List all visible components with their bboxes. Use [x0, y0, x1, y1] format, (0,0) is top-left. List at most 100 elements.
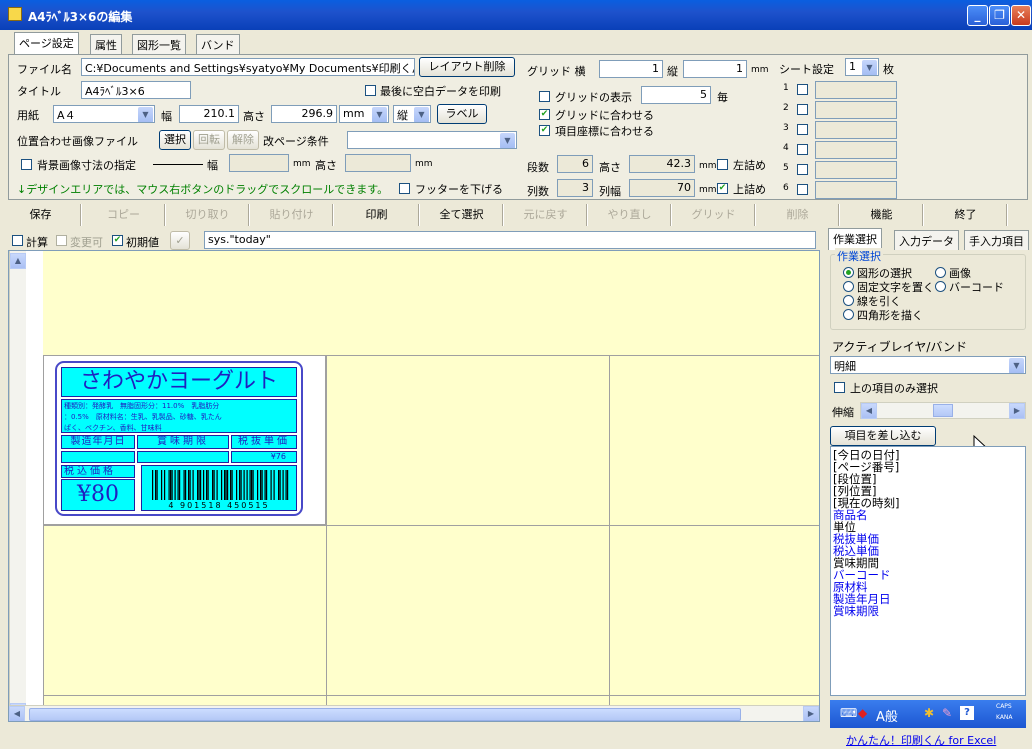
- zoom-slider[interactable]: ◀ ▶: [860, 402, 1026, 419]
- calc-checkbox[interactable]: [12, 235, 23, 246]
- rotate-button[interactable]: 回転: [193, 130, 225, 150]
- design-canvas[interactable]: ▲ ▼ さわやかヨーグルト100 種類別：発酵乳 無脂固形分：11.0% 乳脂肪…: [8, 250, 820, 722]
- grid-v-field[interactable]: 1: [683, 60, 747, 78]
- minimize-button[interactable]: _: [967, 5, 988, 26]
- layout-delete-button[interactable]: レイアウト削除: [419, 57, 515, 77]
- canvas-vscroll[interactable]: ▲ ▼: [9, 251, 26, 721]
- ingredients-text[interactable]: 種類別：発酵乳 無脂固形分：11.0% 乳脂肪分 ：0.5% 原材料名：生乳、乳製…: [61, 399, 297, 433]
- sheet-row-field[interactable]: [815, 161, 897, 179]
- grid-h-field[interactable]: 1: [599, 60, 663, 78]
- orientation-select[interactable]: 縦 ▼: [393, 105, 431, 123]
- exp-date-header[interactable]: 賞味期限: [137, 435, 229, 449]
- mfg-date-header[interactable]: 製造年月日: [61, 435, 135, 449]
- maximize-button[interactable]: ❐: [989, 5, 1010, 26]
- radio-rect[interactable]: [843, 309, 854, 320]
- pen-icon[interactable]: ✎: [942, 706, 952, 720]
- label-button[interactable]: ラベル: [437, 104, 487, 124]
- price-ex-value[interactable]: ¥76: [231, 451, 297, 463]
- initial-value-checkbox[interactable]: ✔: [112, 235, 123, 246]
- bg-height-field[interactable]: [345, 154, 411, 172]
- height-field[interactable]: 296.9: [271, 105, 337, 123]
- title-field[interactable]: A4ﾗﾍﾞﾙ3×6: [81, 81, 191, 99]
- grid-snap-checkbox[interactable]: ✔: [539, 109, 550, 120]
- item-list[interactable]: [今日の日付] [ページ番号] [段位置] [列位置] [現在の時刻] 商品名 単位 税抜単価…: [830, 446, 1026, 696]
- toolbar-button[interactable]: やり直し: [588, 204, 672, 226]
- sheet-row-field[interactable]: [815, 181, 897, 199]
- tab-shape-list[interactable]: 図形一覧: [132, 34, 186, 54]
- radio-barcode[interactable]: [935, 281, 946, 292]
- item-snap-checkbox[interactable]: ✔: [539, 125, 550, 136]
- tab-band[interactable]: バンド: [196, 34, 240, 54]
- sheet-row-checkbox[interactable]: [797, 184, 808, 195]
- paper-select[interactable]: A４ ▼: [53, 105, 155, 123]
- mfg-date-value[interactable]: [61, 451, 135, 463]
- file-path-field[interactable]: C:¥Documents and Settings¥syatyo¥My Docu…: [81, 58, 415, 76]
- tab-page-settings[interactable]: ページ設定: [14, 32, 79, 54]
- close-button[interactable]: ✕: [1011, 5, 1031, 26]
- scroll-left-icon[interactable]: ◀: [861, 403, 877, 419]
- grid-show-checkbox[interactable]: [539, 91, 550, 102]
- radio-line[interactable]: [843, 295, 854, 306]
- sheet-row-checkbox[interactable]: [797, 164, 808, 175]
- sheet-row-checkbox[interactable]: [797, 84, 808, 95]
- tab-attributes[interactable]: 属性: [90, 34, 122, 54]
- sheet-row-checkbox[interactable]: [797, 124, 808, 135]
- price-in-header[interactable]: 税込価格: [61, 465, 135, 478]
- toolbar-button[interactable]: 削除: [756, 204, 840, 226]
- confirm-icon[interactable]: ✓: [170, 231, 190, 250]
- print-last-blank-checkbox[interactable]: [365, 85, 376, 96]
- radio-fixed-text[interactable]: [843, 281, 854, 292]
- footer-link[interactable]: かんたん！印刷くん for Excel: [846, 732, 996, 748]
- unit-select[interactable]: mm ▼: [339, 105, 389, 123]
- pagebreak-select[interactable]: ▼: [347, 131, 517, 149]
- scroll-left-icon[interactable]: ◀: [9, 706, 25, 721]
- sheet-row-field[interactable]: [815, 121, 897, 139]
- sheet-row-field[interactable]: [815, 141, 897, 159]
- list-item[interactable]: 賞味期限: [833, 605, 1023, 617]
- only-above-checkbox[interactable]: [834, 382, 845, 393]
- price-ex-header[interactable]: 税抜単価: [231, 435, 297, 449]
- radio-select-shape[interactable]: [843, 267, 854, 278]
- clear-button[interactable]: 解除: [227, 130, 259, 150]
- left-pack-checkbox[interactable]: [717, 159, 728, 170]
- sheet-row-checkbox[interactable]: [797, 144, 808, 155]
- cols-field[interactable]: 3: [557, 179, 593, 197]
- scroll-right-icon[interactable]: ▶: [803, 706, 819, 721]
- tool-icon[interactable]: ✱: [924, 706, 934, 720]
- select-button[interactable]: 選択: [159, 130, 191, 150]
- exp-date-value[interactable]: [137, 451, 229, 463]
- scroll-up-icon[interactable]: ▲: [10, 253, 26, 269]
- footer-down-checkbox[interactable]: [399, 183, 410, 194]
- toolbar-button[interactable]: 機能: [840, 204, 924, 226]
- toolbar-button[interactable]: 切り取り: [166, 204, 250, 226]
- toolbar-button[interactable]: 印刷: [334, 204, 420, 226]
- toolbar-button[interactable]: コピー: [82, 204, 166, 226]
- bg-size-checkbox[interactable]: [21, 159, 32, 170]
- bg-width-field[interactable]: [229, 154, 289, 172]
- barcode[interactable]: 4 901518 450515: [141, 465, 297, 511]
- hscroll-thumb[interactable]: [29, 708, 741, 721]
- col-width-field[interactable]: 70: [629, 179, 695, 197]
- insert-item-button[interactable]: 項目を差し込む: [830, 426, 936, 446]
- tab-task-select[interactable]: 作業選択: [828, 228, 882, 250]
- expression-input[interactable]: sys."today": [204, 231, 816, 249]
- editable-checkbox[interactable]: [56, 235, 67, 246]
- sheet-row-field[interactable]: [815, 81, 897, 99]
- row-height-field[interactable]: 42.3: [629, 155, 695, 173]
- radio-image[interactable]: [935, 267, 946, 278]
- toolbar-button[interactable]: 元に戻す: [504, 204, 588, 226]
- top-pack-checkbox[interactable]: ✔: [717, 183, 728, 194]
- product-name[interactable]: さわやかヨーグルト100: [61, 367, 297, 422]
- ime-icon[interactable]: ◆: [858, 706, 867, 720]
- tab-manual-items[interactable]: 手入力項目: [964, 230, 1029, 250]
- scroll-right-icon[interactable]: ▶: [1009, 403, 1025, 419]
- keyboard-icon[interactable]: ⌨: [840, 706, 857, 720]
- toolbar-button[interactable]: 全て選択: [420, 204, 504, 226]
- rows-field[interactable]: 6: [557, 155, 593, 173]
- sheet-row-checkbox[interactable]: [797, 104, 808, 115]
- price-in-value[interactable]: ¥80: [61, 479, 135, 511]
- toolbar-button[interactable]: 終了: [924, 204, 1008, 226]
- product-label[interactable]: さわやかヨーグルト100 種類別：発酵乳 無脂固形分：11.0% 乳脂肪分：0.…: [55, 361, 303, 516]
- ime-mode[interactable]: A般: [876, 706, 898, 725]
- canvas-hscroll[interactable]: ◀ ▶: [9, 705, 819, 721]
